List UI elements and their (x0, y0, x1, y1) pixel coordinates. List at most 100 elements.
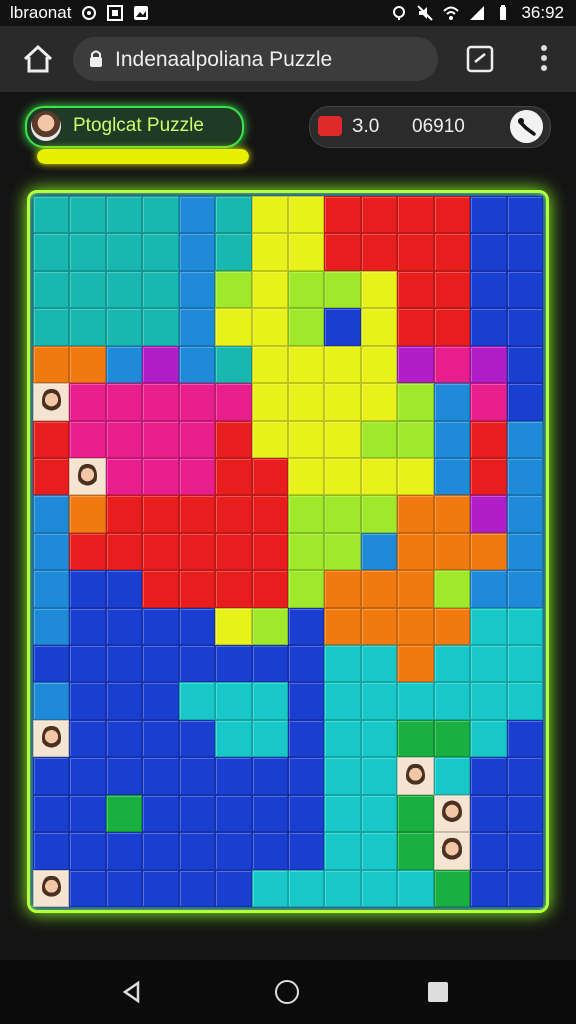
puzzle-piece-photo[interactable] (69, 457, 106, 496)
puzzle-piece[interactable] (470, 233, 507, 271)
puzzle-piece[interactable] (287, 832, 325, 870)
puzzle-piece[interactable] (506, 645, 543, 683)
puzzle-piece[interactable] (142, 832, 179, 870)
puzzle-piece[interactable] (287, 532, 325, 571)
puzzle-piece[interactable] (69, 495, 106, 533)
puzzle-piece[interactable] (178, 383, 216, 421)
puzzle-piece[interactable] (142, 495, 179, 533)
puzzle-piece[interactable] (360, 383, 398, 421)
puzzle-piece[interactable] (470, 869, 507, 907)
puzzle-piece[interactable] (69, 645, 106, 683)
puzzle-piece[interactable] (33, 682, 70, 720)
puzzle-piece[interactable] (142, 607, 179, 646)
puzzle-piece[interactable] (178, 570, 216, 608)
puzzle-piece[interactable] (324, 420, 361, 458)
puzzle-piece[interactable] (506, 495, 543, 533)
puzzle-piece[interactable] (506, 420, 543, 458)
puzzle-piece[interactable] (397, 607, 434, 646)
puzzle-piece[interactable] (215, 757, 252, 795)
puzzle-piece[interactable] (142, 196, 179, 234)
puzzle-piece[interactable] (251, 869, 288, 907)
puzzle-piece[interactable] (324, 757, 361, 795)
tab-switch-icon[interactable] (464, 42, 496, 74)
back-icon[interactable] (120, 980, 144, 1004)
puzzle-piece[interactable] (69, 719, 106, 758)
puzzle-piece-photo[interactable] (33, 719, 70, 758)
puzzle-piece[interactable] (215, 645, 252, 683)
puzzle-piece[interactable] (251, 532, 288, 571)
puzzle-piece[interactable] (142, 570, 179, 608)
puzzle-piece[interactable] (433, 645, 471, 683)
puzzle-piece[interactable] (251, 308, 288, 346)
puzzle-piece[interactable] (360, 495, 398, 533)
puzzle-piece[interactable] (178, 645, 216, 683)
puzzle-piece[interactable] (105, 645, 143, 683)
puzzle-piece[interactable] (470, 682, 507, 720)
puzzle-piece[interactable] (324, 645, 361, 683)
puzzle-piece[interactable] (142, 719, 179, 758)
puzzle-piece[interactable] (33, 457, 70, 496)
puzzle-piece[interactable] (105, 832, 143, 870)
puzzle-piece[interactable] (506, 345, 543, 384)
puzzle-piece[interactable] (142, 794, 179, 833)
puzzle-piece[interactable] (142, 682, 179, 720)
puzzle-piece[interactable] (433, 869, 471, 907)
puzzle-piece[interactable] (251, 682, 288, 720)
puzzle-piece[interactable] (324, 570, 361, 608)
puzzle-piece[interactable] (470, 532, 507, 571)
puzzle-piece[interactable] (433, 757, 471, 795)
puzzle-piece[interactable] (105, 308, 143, 346)
puzzle-piece[interactable] (433, 383, 471, 421)
puzzle-piece[interactable] (33, 607, 70, 646)
puzzle-piece[interactable] (142, 270, 179, 309)
puzzle-piece[interactable] (397, 196, 434, 234)
puzzle-piece[interactable] (251, 383, 288, 421)
puzzle-piece[interactable] (324, 495, 361, 533)
puzzle-piece[interactable] (506, 757, 543, 795)
puzzle-piece[interactable] (470, 457, 507, 496)
puzzle-piece[interactable] (105, 457, 143, 496)
puzzle-piece[interactable] (178, 308, 216, 346)
puzzle-piece[interactable] (215, 270, 252, 309)
puzzle-piece[interactable] (433, 719, 471, 758)
puzzle-piece[interactable] (397, 645, 434, 683)
puzzle-piece[interactable] (251, 233, 288, 271)
puzzle-piece[interactable] (142, 383, 179, 421)
puzzle-piece[interactable] (506, 308, 543, 346)
puzzle-piece[interactable] (324, 719, 361, 758)
puzzle-piece[interactable] (178, 719, 216, 758)
puzzle-piece[interactable] (287, 383, 325, 421)
puzzle-piece[interactable] (69, 532, 106, 571)
puzzle-piece[interactable] (397, 495, 434, 533)
puzzle-piece-photo[interactable] (33, 869, 70, 907)
recents-icon[interactable] (428, 982, 448, 1002)
puzzle-piece[interactable] (142, 532, 179, 571)
puzzle-piece[interactable] (251, 832, 288, 870)
puzzle-piece[interactable] (324, 832, 361, 870)
puzzle-piece[interactable] (251, 607, 288, 646)
puzzle-piece[interactable] (178, 832, 216, 870)
puzzle-piece[interactable] (360, 794, 398, 833)
puzzle-piece[interactable] (69, 196, 106, 234)
puzzle-piece[interactable] (215, 607, 252, 646)
puzzle-piece[interactable] (470, 794, 507, 833)
puzzle-piece[interactable] (506, 832, 543, 870)
puzzle-piece[interactable] (397, 383, 434, 421)
puzzle-piece[interactable] (215, 196, 252, 234)
puzzle-piece[interactable] (506, 607, 543, 646)
puzzle-piece[interactable] (433, 682, 471, 720)
puzzle-piece[interactable] (215, 308, 252, 346)
puzzle-piece[interactable] (360, 196, 398, 234)
puzzle-piece[interactable] (33, 794, 70, 833)
puzzle-piece[interactable] (215, 570, 252, 608)
puzzle-piece[interactable] (360, 233, 398, 271)
puzzle-piece[interactable] (470, 345, 507, 384)
puzzle-piece[interactable] (433, 457, 471, 496)
puzzle-piece[interactable] (360, 308, 398, 346)
puzzle-piece[interactable] (105, 682, 143, 720)
puzzle-piece[interactable] (506, 794, 543, 833)
puzzle-piece[interactable] (105, 719, 143, 758)
puzzle-piece[interactable] (251, 570, 288, 608)
puzzle-piece-photo[interactable] (433, 832, 471, 870)
puzzle-piece[interactable] (215, 532, 252, 571)
